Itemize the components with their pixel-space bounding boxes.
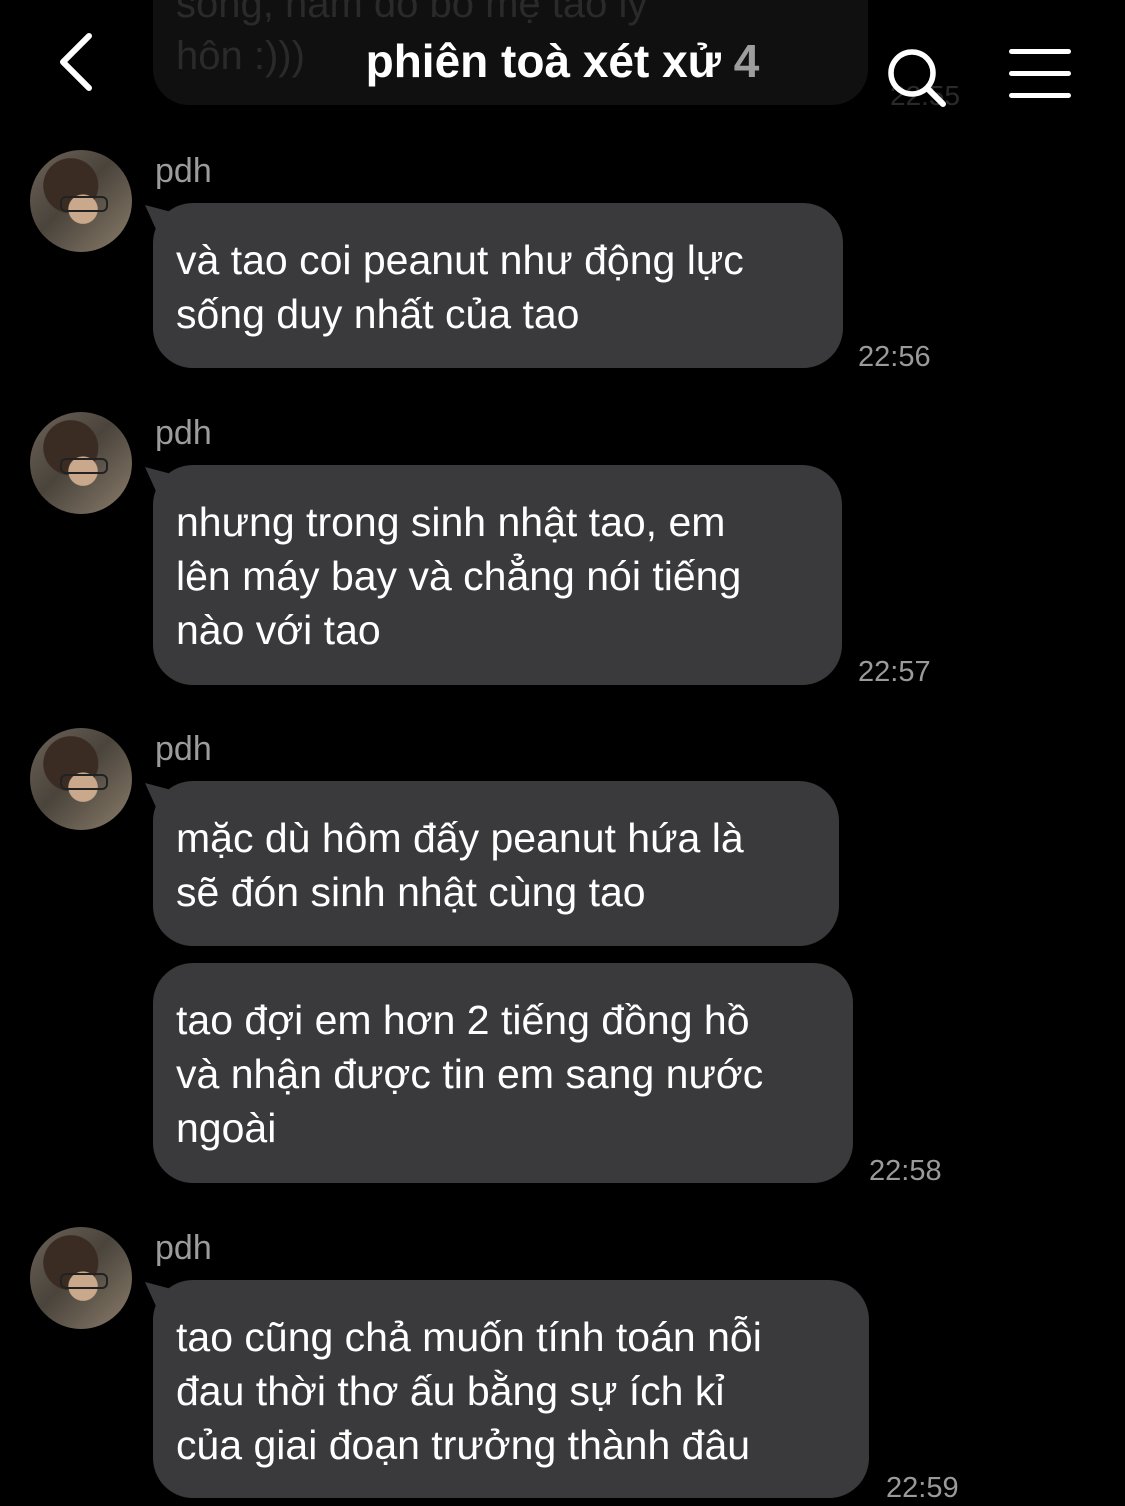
message-time: 22:59 [886,1472,959,1504]
message-bubble[interactable]: tao đợi em hơn 2 tiếng đồng hồ và nhận đ… [153,963,853,1183]
avatar-photo [60,774,108,790]
sender-name: pdh [155,1229,212,1267]
message-bubble[interactable]: mặc dù hôm đấy peanut hứa là sẽ đón sinh… [153,781,839,946]
chat-header: phiên toà xét xử 4 [0,0,1125,130]
chevron-left-icon [60,33,92,91]
group-name: phiên toà xét xử [365,35,721,87]
message-time: 22:56 [858,341,931,373]
avatar[interactable] [30,728,132,830]
avatar[interactable] [30,412,132,514]
avatar[interactable] [30,1227,132,1329]
message-time: 22:57 [858,656,931,688]
chat-title[interactable]: phiên toà xét xử 4 [250,34,875,88]
sender-name: pdh [155,414,212,452]
hamburger-menu-icon [1009,49,1071,98]
sender-name: pdh [155,152,212,190]
sender-name: pdh [155,730,212,768]
back-button[interactable] [45,28,115,98]
message-bubble[interactable]: tao cũng chả muốn tính toán nỗi đau thời… [153,1280,869,1498]
avatar-photo [60,458,108,474]
member-count: 4 [733,35,760,87]
message-time: 22:58 [869,1155,942,1187]
search-button[interactable] [880,40,955,115]
search-icon [888,49,946,107]
avatar-photo [60,196,108,212]
avatar-photo [60,1273,108,1289]
message-bubble[interactable]: và tao coi peanut như động lực sống duy … [153,203,843,368]
avatar[interactable] [30,150,132,252]
menu-button[interactable] [1005,45,1077,105]
message-bubble[interactable]: nhưng trong sinh nhật tao, em lên máy ba… [153,465,842,685]
